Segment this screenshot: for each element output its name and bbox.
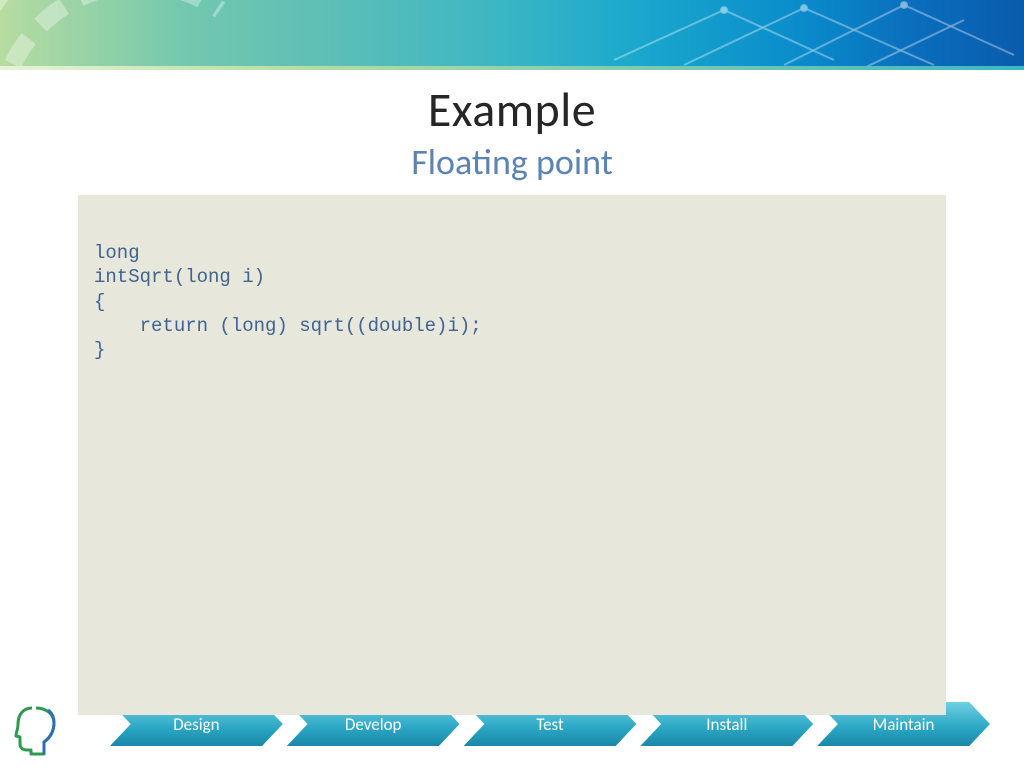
banner-arc-decoration [0,0,280,70]
logo-icon [14,704,60,756]
slide-subtitle: Floating point [0,140,1024,184]
code-block: long intSqrt(long i) { return (long) sqr… [78,195,946,715]
banner-underline [0,66,1024,70]
code-content: long intSqrt(long i) { return (long) sqr… [94,241,930,363]
footer-step-label: Install [706,714,747,735]
slide-title: Example [0,80,1024,139]
footer-step-label: Test [536,714,563,735]
footer-step-label: Maintain [873,714,935,735]
header-banner [0,0,1024,70]
banner-circuit-decoration [604,0,1024,70]
footer-step-label: Design [173,714,219,735]
slide: Example Floating point Design Develop Te… [0,0,1024,768]
footer-step-label: Develop [345,714,402,735]
